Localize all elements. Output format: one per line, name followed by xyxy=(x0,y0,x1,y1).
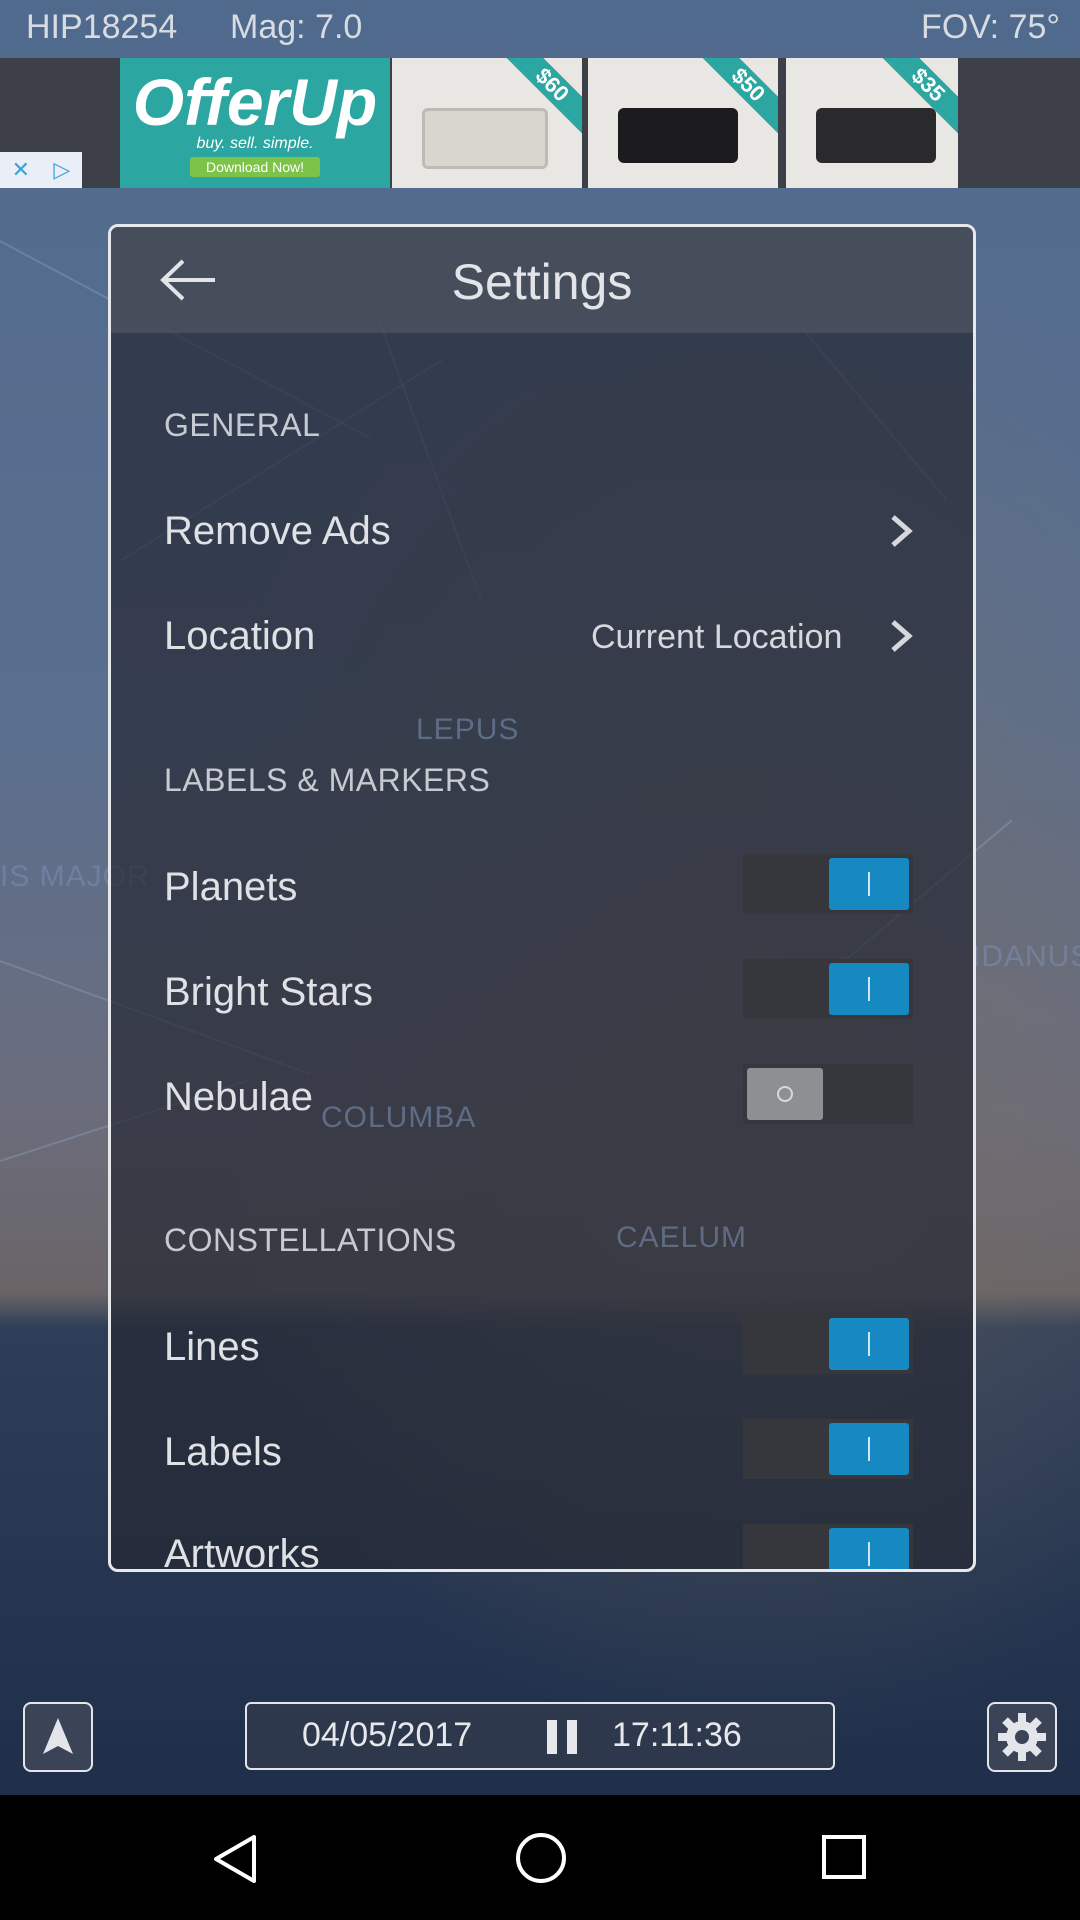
recents-icon[interactable] xyxy=(820,1833,868,1881)
toggle-knob-on xyxy=(829,1423,909,1475)
section-labels-markers: LABELS & MARKERS xyxy=(164,762,491,798)
remove-ads-label: Remove Ads xyxy=(164,509,391,553)
artworks-toggle[interactable] xyxy=(743,1524,913,1569)
settings-button[interactable] xyxy=(987,1702,1057,1772)
ad-logo[interactable]: OfferUp buy. sell. simple. Download Now! xyxy=(120,58,390,188)
ad-download-button[interactable]: Download Now! xyxy=(189,157,321,177)
labels-toggle[interactable] xyxy=(743,1419,913,1479)
bright-stars-toggle[interactable] xyxy=(743,959,913,1019)
lines-label: Lines xyxy=(164,1325,260,1369)
nebulae-label: Nebulae xyxy=(164,1075,314,1119)
fov-text: FOV: 75° xyxy=(921,8,1060,46)
navigation-arrow-icon xyxy=(43,1718,73,1754)
lines-toggle[interactable] xyxy=(743,1314,913,1374)
ad-item-sofa[interactable]: $60 xyxy=(392,58,582,188)
sky-label-eridanus: IDANUS xyxy=(972,940,1080,973)
artworks-label: Artworks xyxy=(164,1532,320,1572)
desk-image xyxy=(816,108,936,163)
toggle-knob-on xyxy=(829,858,909,910)
sky-label-lepus: LEPUS xyxy=(416,713,520,746)
labels-label: Labels xyxy=(164,1430,282,1474)
system-nav-bar xyxy=(0,1795,1080,1920)
nebulae-toggle[interactable] xyxy=(743,1064,913,1124)
close-icon[interactable]: ✕ xyxy=(12,157,30,183)
toggle-knob-on xyxy=(829,1528,909,1569)
time-controls[interactable]: 04/05/2017 17:11:36 xyxy=(245,1702,835,1770)
adchoices-icon[interactable]: ▷ xyxy=(53,157,70,183)
ad-item-table[interactable]: $50 xyxy=(588,58,778,188)
chevron-right-icon xyxy=(891,620,913,652)
time-text[interactable]: 17:11:36 xyxy=(612,1716,742,1755)
ad-tagline: buy. sell. simple. xyxy=(196,135,314,152)
section-general: GENERAL xyxy=(164,407,321,443)
settings-panel: Settings GENERAL Remove Ads Location Cur… xyxy=(108,224,976,1572)
star-id-text: HIP18254 xyxy=(26,8,178,46)
home-icon[interactable] xyxy=(514,1831,568,1885)
toggle-knob-off xyxy=(747,1068,823,1120)
ad-item-desk[interactable]: $35 xyxy=(786,58,958,188)
magnitude-text: Mag: 7.0 xyxy=(230,8,363,46)
compass-button[interactable] xyxy=(23,1702,93,1772)
top-status-bar: HIP18254 Mag: 7.0 FOV: 75° xyxy=(0,0,1080,58)
location-label: Location xyxy=(164,614,316,658)
back-icon[interactable] xyxy=(210,1833,262,1885)
location-value: Current Location xyxy=(591,618,843,656)
ad-brand: OfferUp xyxy=(132,65,378,139)
pause-icon[interactable] xyxy=(547,1720,581,1754)
bright-stars-label: Bright Stars xyxy=(164,970,373,1014)
planets-label: Planets xyxy=(164,865,298,909)
page-title: Settings xyxy=(451,254,633,310)
sofa-image xyxy=(422,108,548,169)
planets-toggle[interactable] xyxy=(743,854,913,914)
ad-close-button[interactable]: ✕ ▷ xyxy=(0,152,82,188)
date-text[interactable]: 04/05/2017 xyxy=(302,1716,472,1755)
settings-header: Settings xyxy=(111,227,973,333)
table-image xyxy=(618,108,738,163)
chevron-right-icon xyxy=(891,515,913,547)
sky-label-columba: COLUMBA xyxy=(321,1101,477,1134)
gear-icon xyxy=(998,1713,1046,1761)
sky-label-caelum: CAELUM xyxy=(616,1221,748,1254)
section-constellations: CONSTELLATIONS xyxy=(164,1222,457,1258)
toggle-knob-on xyxy=(829,1318,909,1370)
toggle-knob-on xyxy=(829,963,909,1015)
